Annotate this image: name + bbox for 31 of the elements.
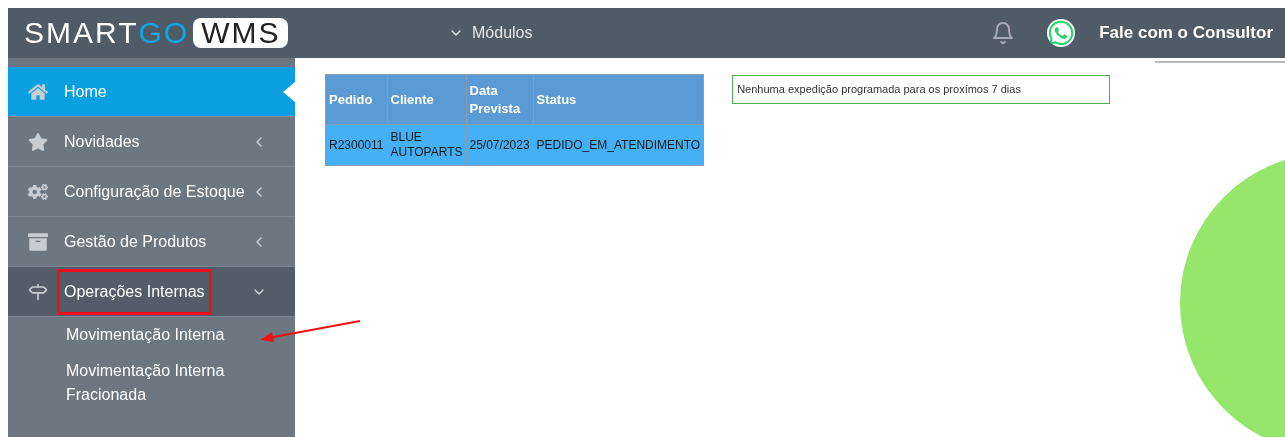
table-cell: 25/07/2023 xyxy=(466,124,534,166)
signpost-icon xyxy=(28,281,48,302)
sidebar-item[interactable]: Configuração de Estoque xyxy=(8,167,295,217)
sidebar-label: Home xyxy=(63,81,108,102)
column-header: Status xyxy=(533,74,704,125)
logo: SMARTGO WMS xyxy=(24,18,400,48)
sidebar-label: Novidades xyxy=(63,131,141,152)
sidebar-item[interactable]: Novidades xyxy=(8,117,295,167)
sidebar-label: Configuração de Estoque xyxy=(63,181,246,202)
submenu-item[interactable]: Movimentação Interna xyxy=(66,323,225,347)
contact-link[interactable]: Fale com o Consultor xyxy=(1099,20,1273,46)
table-cell: R2300011 xyxy=(325,124,387,166)
column-header: Pedido xyxy=(325,74,387,125)
column-header: Cliente xyxy=(387,74,466,125)
column-header: Data Prevista xyxy=(466,74,534,125)
modules-menu[interactable]: Módulos xyxy=(448,21,533,45)
table-cell: BLUE AUTOPARTS xyxy=(387,124,466,166)
sidebar-item[interactable]: Operações Internas xyxy=(8,267,295,317)
active-pointer xyxy=(283,82,295,102)
submenu-item[interactable]: Movimentação Interna Fracionada xyxy=(66,359,256,407)
home-icon xyxy=(28,81,48,102)
table-cell: PEDIDO_EM_ATENDIMENTO xyxy=(533,124,704,166)
shipments-notice: Nenhuma expedição programada para os proxímos 7 dias xyxy=(732,75,1111,104)
gears-icon xyxy=(28,181,48,202)
sidebar-label: Operações Internas xyxy=(60,271,209,312)
star-icon xyxy=(28,131,48,152)
archive-icon xyxy=(28,231,48,252)
sidebar-label: Gestão de Produtos xyxy=(63,231,208,252)
sidebar-item[interactable]: Home xyxy=(8,67,295,117)
bell-icon[interactable] xyxy=(991,21,1016,45)
chat-icon[interactable] xyxy=(1047,19,1076,47)
